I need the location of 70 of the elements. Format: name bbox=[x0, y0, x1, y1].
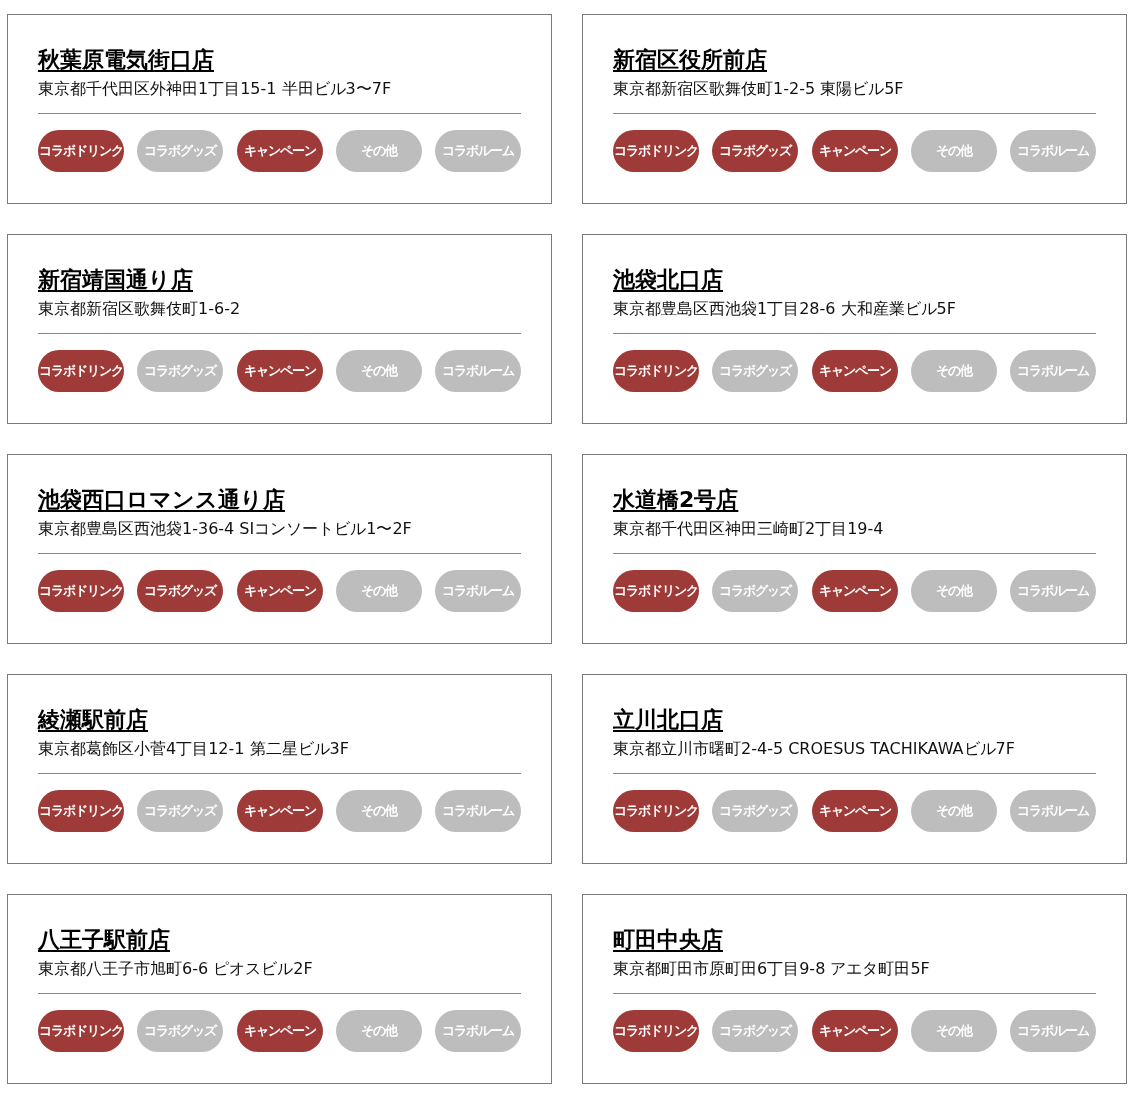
category-tag: キャンペーン bbox=[236, 350, 323, 392]
category-tag: コラボドリンク bbox=[38, 130, 124, 172]
category-tag: キャンペーン bbox=[236, 1010, 323, 1052]
category-tag: コラボルーム bbox=[1010, 130, 1096, 172]
category-tag: コラボルーム bbox=[1010, 570, 1096, 612]
category-tag: コラボグッズ bbox=[137, 130, 224, 172]
category-tag: キャンペーン bbox=[236, 570, 323, 612]
category-tag: コラボグッズ bbox=[137, 570, 224, 612]
category-tag: キャンペーン bbox=[811, 130, 898, 172]
store-name-link[interactable]: 綾瀬駅前店 bbox=[38, 705, 148, 735]
category-tag: その他 bbox=[335, 570, 422, 612]
category-tag: その他 bbox=[910, 1010, 997, 1052]
category-tag: コラボドリンク bbox=[613, 790, 699, 832]
store-address: 東京都千代田区神田三崎町2丁目19-4 bbox=[613, 518, 885, 540]
category-tag: コラボルーム bbox=[1010, 1010, 1096, 1052]
store-address: 東京都千代田区外神田1丁目15-1 半田ビル3〜7F bbox=[38, 78, 393, 100]
store-name-link[interactable]: 新宿区役所前店 bbox=[613, 45, 767, 75]
store-address: 東京都豊島区西池袋1丁目28-6 大和産業ビル5F bbox=[613, 298, 957, 320]
store-name-link[interactable]: 池袋西口ロマンス通り店 bbox=[38, 485, 285, 515]
store-address: 東京都豊島区西池袋1-36-4 SIコンソートビル1〜2F bbox=[38, 518, 413, 540]
category-tag: コラボグッズ bbox=[712, 350, 799, 392]
store-address: 東京都立川市曙町2-4-5 CROESUS TACHIKAWAビル7F bbox=[613, 738, 1016, 760]
store-name-link[interactable]: 町田中央店 bbox=[613, 925, 723, 955]
category-tag: コラボグッズ bbox=[712, 790, 799, 832]
category-tag: その他 bbox=[335, 350, 422, 392]
category-tag: コラボドリンク bbox=[613, 1010, 699, 1052]
category-tag: キャンペーン bbox=[811, 570, 898, 612]
category-tag: その他 bbox=[910, 790, 997, 832]
store-address: 東京都新宿区歌舞伎町1-6-2 bbox=[38, 298, 242, 320]
store-name-link[interactable]: 秋葉原電気街口店 bbox=[38, 45, 214, 75]
category-tag: コラボルーム bbox=[435, 1010, 521, 1052]
category-tag: コラボドリンク bbox=[38, 790, 124, 832]
store-address: 東京都葛飾区小菅4丁目12-1 第二星ビル3F bbox=[38, 738, 350, 760]
category-tag: その他 bbox=[335, 790, 422, 832]
store-address: 東京都町田市原町田6丁目9-8 アエタ町田5F bbox=[613, 958, 931, 980]
store-name-link[interactable]: 池袋北口店 bbox=[613, 265, 723, 295]
category-tag: コラボグッズ bbox=[712, 1010, 799, 1052]
store-address: 東京都新宿区歌舞伎町1-2-5 東陽ビル5F bbox=[613, 78, 905, 100]
store-address: 東京都八王子市旭町6-6 ピオスビル2F bbox=[38, 958, 314, 980]
category-tag: キャンペーン bbox=[811, 790, 898, 832]
category-tag: コラボドリンク bbox=[38, 570, 124, 612]
category-tag: キャンペーン bbox=[236, 130, 323, 172]
category-tag: コラボグッズ bbox=[712, 570, 799, 612]
category-tag: コラボドリンク bbox=[38, 350, 124, 392]
category-tag: コラボドリンク bbox=[38, 1010, 124, 1052]
category-tag: コラボドリンク bbox=[613, 350, 699, 392]
category-tag: その他 bbox=[910, 130, 997, 172]
category-tag: コラボドリンク bbox=[613, 130, 699, 172]
store-name-link[interactable]: 新宿靖国通り店 bbox=[38, 265, 193, 295]
category-tag: コラボルーム bbox=[435, 130, 521, 172]
category-tag: コラボルーム bbox=[1010, 790, 1096, 832]
category-tag: コラボグッズ bbox=[137, 1010, 224, 1052]
store-name-link[interactable]: 八王子駅前店 bbox=[38, 925, 170, 955]
category-tag: その他 bbox=[335, 130, 422, 172]
category-tag: コラボグッズ bbox=[712, 130, 799, 172]
category-tag: コラボルーム bbox=[435, 790, 521, 832]
category-tag: キャンペーン bbox=[811, 1010, 898, 1052]
store-name-link[interactable]: 立川北口店 bbox=[613, 705, 723, 735]
store-name-link[interactable]: 水道橋2号店 bbox=[613, 485, 739, 515]
category-tag: キャンペーン bbox=[811, 350, 898, 392]
category-tag: コラボルーム bbox=[435, 350, 521, 392]
category-tag: キャンペーン bbox=[236, 790, 323, 832]
category-tag: その他 bbox=[335, 1010, 422, 1052]
category-tag: コラボグッズ bbox=[137, 790, 224, 832]
category-tag: コラボグッズ bbox=[137, 350, 224, 392]
category-tag: コラボドリンク bbox=[613, 570, 699, 612]
category-tag: その他 bbox=[910, 570, 997, 612]
category-tag: コラボルーム bbox=[1010, 350, 1096, 392]
category-tag: その他 bbox=[910, 350, 997, 392]
category-tag: コラボルーム bbox=[435, 570, 521, 612]
